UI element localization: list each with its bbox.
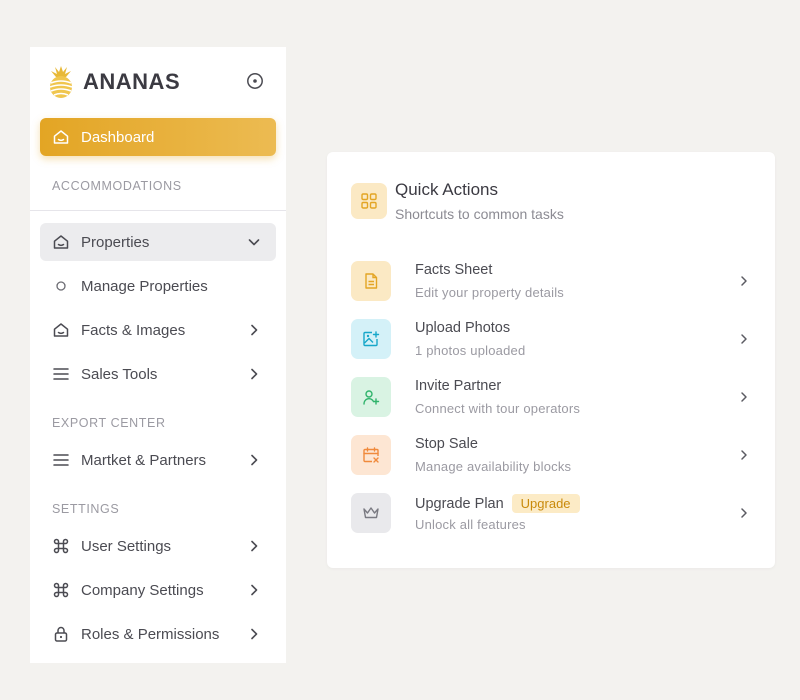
quick-action-title-wrap: Upgrade Plan Upgrade [415,494,580,513]
circle-dot-icon [247,73,263,89]
chevron-right-icon [741,450,747,460]
home-icon [53,130,69,144]
sidebar-item-sales-tools[interactable]: Sales Tools [40,355,276,393]
pineapple-logo [49,66,73,98]
image-plus-icon [351,319,391,359]
sidebar-item-market-partners[interactable]: Martket & Partners [40,441,276,479]
sidebar-item-dashboard[interactable]: Dashboard [40,118,276,156]
command-icon [53,538,69,554]
upgrade-badge: Upgrade [511,494,580,513]
divider [30,210,286,211]
chevron-down-icon [248,239,260,246]
crown-icon [351,493,391,533]
brand-name: ANANAS [83,69,181,94]
sidebar-item-label: Sales Tools [81,365,158,383]
sidebar-item-facts-images[interactable]: Facts & Images [40,311,276,349]
menu-icon [53,454,69,466]
sidebar-toggle-button[interactable] [245,71,265,91]
user-plus-icon [351,377,391,417]
quick-action-title: Facts Sheet [415,262,493,278]
home-icon [53,235,69,249]
quick-action-title: Upgrade Plan [415,495,504,512]
chevron-right-icon [741,276,747,286]
quick-action-desc: Connect with tour operators [415,401,581,416]
document-icon [351,261,391,301]
chevron-right-icon [741,334,747,344]
quick-action-title: Stop Sale [415,436,478,452]
quick-action-desc: Unlock all features [415,517,526,532]
quick-action-facts-sheet[interactable]: Facts Sheet Edit your property details [351,261,751,301]
quick-action-title: Invite Partner [415,378,502,394]
sidebar-item-label: Roles & Permissions [81,625,220,643]
sidebar-item-label: Company Settings [81,581,204,599]
chevron-right-icon [251,454,258,466]
brand: ANANAS [48,65,270,99]
sidebar-item-label: Properties [81,233,150,251]
section-title-settings: SETTINGS [52,502,120,516]
chevron-right-icon [251,628,258,640]
quick-action-invite-partner[interactable]: Invite Partner Connect with tour operato… [351,377,751,417]
sidebar-item-label: Manage Properties [81,277,208,295]
quick-action-desc: Edit your property details [415,285,564,300]
chevron-right-icon [741,392,747,402]
sidebar-item-label: Facts & Images [81,321,186,339]
sidebar-item-manage-properties[interactable]: Manage Properties [40,267,276,305]
calendar-x-icon [351,435,391,475]
chevron-right-icon [251,540,258,552]
home-icon [53,323,69,337]
sidebar-item-user-settings[interactable]: User Settings [40,527,276,565]
chevron-right-icon [251,584,258,596]
grid-icon [351,183,387,219]
command-icon [53,582,69,598]
chevron-right-icon [741,508,747,518]
sidebar-item-roles-permissions[interactable]: Roles & Permissions [40,615,276,653]
quick-action-upload-photos[interactable]: Upload Photos 1 photos uploaded [351,319,751,359]
quick-actions-card: Quick Actions Shortcuts to common tasks … [327,152,775,568]
sidebar-item-label: Martket & Partners [81,451,207,469]
quick-action-upgrade-plan[interactable]: Upgrade Plan Upgrade Unlock all features [351,493,751,533]
sidebar-item-label: Dashboard [81,128,155,146]
sidebar: ANANAS Dashboard ACCOMMODATIONS Properti… [30,47,286,663]
circle-icon [56,281,66,291]
sidebar-item-label: User Settings [81,537,172,555]
quick-action-desc: Manage availability blocks [415,459,572,474]
lock-icon [54,626,68,642]
chevron-right-icon [251,368,258,380]
quick-action-stop-sale[interactable]: Stop Sale Manage availability blocks [351,435,751,475]
chevron-right-icon [251,324,258,336]
quick-action-title: Upload Photos [415,320,511,336]
section-title-export-center: EXPORT CENTER [52,416,166,430]
card-subtitle: Shortcuts to common tasks [395,206,564,222]
quick-action-desc: 1 photos uploaded [415,343,526,358]
sidebar-item-company-settings[interactable]: Company Settings [40,571,276,609]
menu-icon [53,368,69,380]
section-title-accommodations: ACCOMMODATIONS [52,179,182,193]
card-title: Quick Actions [395,180,498,199]
sidebar-item-properties[interactable]: Properties [40,223,276,261]
